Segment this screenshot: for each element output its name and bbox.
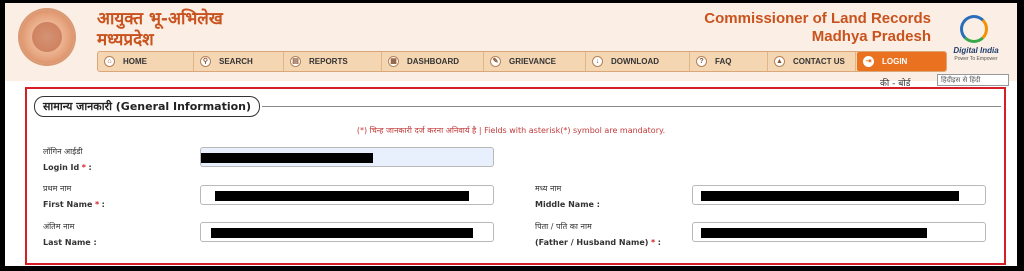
required-star: * — [81, 163, 86, 172]
required-star: * — [650, 238, 656, 247]
site-title-hindi-line1: आयुक्त भू-अभिलेख — [97, 9, 223, 29]
faq-icon: ? — [696, 56, 707, 67]
dashboard-icon: ▦ — [388, 56, 399, 67]
site-title-english-line2: Madhya Pradesh — [811, 28, 931, 45]
page: आयुक्त भू-अभिलेख मध्यप्रदेश Commissioner… — [5, 3, 1017, 266]
nav-reports[interactable]: ▤ REPORTS — [284, 52, 382, 71]
section-divider — [262, 106, 1001, 107]
nav-reports-label: REPORTS — [309, 57, 348, 66]
search-icon: ⚲ — [200, 56, 211, 67]
login-id-input[interactable] — [200, 147, 494, 167]
redacted-value — [211, 228, 473, 238]
download-icon: ↓ — [592, 56, 603, 67]
redacted-value — [215, 191, 469, 201]
middle-name-input[interactable] — [692, 185, 986, 205]
nav-grievance-label: GRIEVANCE — [509, 57, 556, 66]
middle-name-label: मध्य नाम Middle Name : — [535, 181, 600, 213]
last-name-input[interactable] — [200, 222, 494, 242]
father-husband-name-input[interactable] — [692, 222, 986, 242]
required-star: * — [94, 200, 100, 209]
last-name-label-english: Last Name : — [43, 238, 97, 247]
digital-india-icon — [960, 15, 988, 43]
site-title-hindi-line2: मध्यप्रदेश — [97, 30, 154, 50]
first-name-label-hindi: प्रथम नाम — [43, 184, 72, 193]
main-nav: ⌂ HOME ⚲ SEARCH ▤ REPORTS ▦ DASHBOARD ✎ GRIEV… — [97, 51, 947, 72]
home-icon: ⌂ — [104, 56, 115, 67]
login-icon: ⇥ — [863, 56, 874, 67]
nav-home-label: HOME — [123, 57, 147, 66]
nav-search-label: SEARCH — [219, 57, 253, 66]
father-husband-name-label-english: (Father / Husband Name) — [535, 238, 649, 247]
keyboard-select[interactable]: हिंदीइस से हिंदी — [937, 74, 1009, 86]
redacted-value — [201, 153, 373, 163]
first-name-label-english: First Name — [43, 200, 93, 209]
first-name-input[interactable] — [200, 185, 494, 205]
site-title-hindi: आयुक्त भू-अभिलेख मध्यप्रदेश — [97, 9, 223, 51]
mandatory-note: (*) चिन्ह जानकारी दर्ज करना अनिवार्य है … — [356, 126, 666, 135]
contact-icon: ▲ — [774, 56, 785, 67]
nav-login[interactable]: ⇥ LOGIN — [857, 52, 946, 71]
reports-icon: ▤ — [290, 56, 301, 67]
mp-emblem-logo — [20, 10, 74, 64]
grievance-icon: ✎ — [490, 56, 501, 67]
site-header: आयुक्त भू-अभिलेख मध्यप्रदेश Commissioner… — [5, 3, 1017, 81]
nav-search[interactable]: ⚲ SEARCH — [194, 52, 284, 71]
nav-download-label: DOWNLOAD — [611, 57, 659, 66]
last-name-label-hindi: अंतिम नाम — [43, 222, 75, 231]
nav-contact-us-label: CONTACT US — [793, 57, 845, 66]
login-id-label: लॉगिन आईडी Login Id * : — [43, 144, 92, 176]
nav-contact-us[interactable]: ▲ CONTACT US — [768, 52, 856, 71]
middle-name-label-hindi: मध्य नाम — [535, 184, 562, 193]
nav-home[interactable]: ⌂ HOME — [98, 52, 194, 71]
father-husband-name-label: पिता / पति का नाम (Father / Husband Name… — [535, 219, 661, 251]
nav-faq-label: FAQ — [715, 57, 732, 66]
nav-download[interactable]: ↓ DOWNLOAD — [586, 52, 690, 71]
login-id-label-english: Login Id — [43, 163, 80, 172]
nav-login-label: LOGIN — [882, 57, 908, 66]
nav-dashboard[interactable]: ▦ DASHBOARD — [382, 52, 484, 71]
father-husband-name-label-hindi: पिता / पति का नाम — [535, 222, 592, 231]
section-title: सामान्य जानकारी (General Information) — [34, 96, 261, 117]
first-name-label: प्रथम नाम First Name * : — [43, 181, 105, 213]
nav-faq[interactable]: ? FAQ — [690, 52, 768, 71]
site-title-english-line1: Commissioner of Land Records — [704, 10, 931, 27]
login-id-label-hindi: लॉगिन आईडी — [43, 147, 83, 156]
middle-name-label-english: Middle Name : — [535, 200, 600, 209]
digital-india-text: Digital India — [953, 46, 999, 55]
redacted-value — [701, 191, 959, 201]
site-title-english: Commissioner of Land Records Madhya Prad… — [704, 10, 931, 46]
digital-india-logo: Digital India Power To Empower — [948, 15, 1004, 65]
redacted-value — [701, 228, 927, 238]
nav-dashboard-label: DASHBOARD — [407, 57, 459, 66]
digital-india-tagline: Power To Empower — [954, 56, 998, 62]
nav-grievance[interactable]: ✎ GRIEVANCE — [484, 52, 586, 71]
last-name-label: अंतिम नाम Last Name : — [43, 219, 97, 251]
